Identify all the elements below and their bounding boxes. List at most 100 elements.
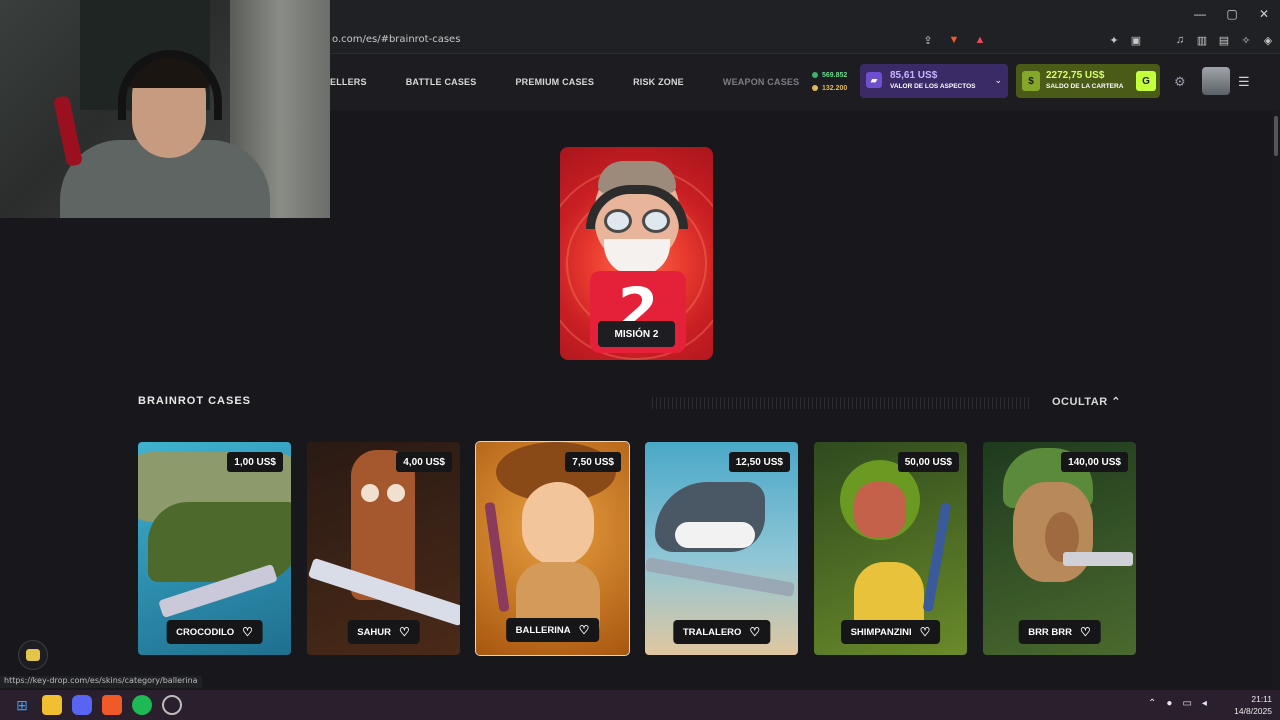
case-footer: SAHUR ♡ xyxy=(347,620,420,644)
user-stats: 569.852 132.200 xyxy=(812,69,847,95)
minimize-button[interactable]: — xyxy=(1184,0,1216,28)
mission-card[interactable]: 2 MISIÓN 2 xyxy=(560,147,713,360)
case-art xyxy=(387,484,405,502)
case-name: BRR BRR xyxy=(1028,626,1073,638)
leo-ai-icon[interactable]: ✧ xyxy=(1238,32,1254,48)
heart-icon[interactable]: ♡ xyxy=(1080,625,1091,639)
skins-value: 85,61 US$ xyxy=(890,70,938,81)
wallet-add-button[interactable]: G xyxy=(1136,71,1156,91)
case-price: 140,00 US$ xyxy=(1061,452,1128,472)
scrollbar-thumb[interactable] xyxy=(1274,116,1278,156)
heart-icon[interactable]: ♡ xyxy=(399,625,410,639)
heart-icon[interactable]: ♡ xyxy=(242,625,253,639)
case-card-brr-brr[interactable]: 140,00 US$ BRR BRR ♡ xyxy=(983,442,1136,655)
case-art xyxy=(522,482,594,566)
mission-character-glasses xyxy=(604,209,670,233)
case-price: 7,50 US$ xyxy=(565,452,621,472)
chevron-up-icon[interactable]: ⌃ xyxy=(1148,698,1156,709)
case-price: 4,00 US$ xyxy=(396,452,452,472)
case-footer: CROCODILO ♡ xyxy=(166,620,263,644)
case-footer: SHIMPANZINI ♡ xyxy=(840,620,941,644)
wallet-balance-box[interactable]: $ 2272,75 US$ SALDO DE LA CARTERA G xyxy=(1016,64,1160,98)
spotify-icon[interactable] xyxy=(132,695,152,715)
nav-item-premium-cases[interactable]: PREMIUM CASES xyxy=(515,77,594,87)
speaker-icon[interactable]: ◂ xyxy=(1202,698,1207,709)
nav-item-sellers[interactable]: ELLERS xyxy=(330,77,367,87)
address-icons: ⇪ ▼ ▲ xyxy=(920,32,988,48)
heart-icon[interactable]: ♡ xyxy=(579,623,590,637)
page-scrollbar[interactable] xyxy=(1272,110,1280,688)
wallet-label: SALDO DE LA CARTERA xyxy=(1046,83,1124,90)
case-art xyxy=(922,501,952,613)
wallet-icon[interactable]: ▤ xyxy=(1216,32,1232,48)
case-price: 12,50 US$ xyxy=(728,452,790,472)
brave-shield-icon[interactable]: ▼ xyxy=(946,32,962,48)
chevron-down-icon[interactable]: ⌄ xyxy=(994,75,1002,86)
green-dot-icon xyxy=(812,72,818,79)
file-explorer-icon[interactable] xyxy=(42,695,62,715)
close-window-button[interactable]: ✕ xyxy=(1248,0,1280,28)
case-card-ballerina[interactable]: 7,50 US$ BALLERINA ♡ xyxy=(475,441,630,656)
app-icon[interactable] xyxy=(162,695,182,715)
clock-date: 14/8/2025 xyxy=(1234,706,1272,716)
chat-icon xyxy=(26,649,40,661)
case-art xyxy=(675,522,755,548)
hamburger-menu-icon[interactable]: ☰ xyxy=(1238,74,1250,90)
case-price: 1,00 US$ xyxy=(227,452,283,472)
case-card-sahur[interactable]: 4,00 US$ SAHUR ♡ xyxy=(307,442,460,655)
webcam-microphone xyxy=(52,95,84,167)
hide-section-button[interactable]: OCULTAR ⌃ xyxy=(1052,395,1121,408)
nav-item-risk-zone[interactable]: RISK ZONE xyxy=(633,77,684,87)
case-price: 50,00 US$ xyxy=(897,452,959,472)
skins-value-box[interactable]: ▰ 85,61 US$ VALOR DE LOS ASPECTOS ⌄ xyxy=(860,64,1008,98)
url-field[interactable]: o.com/es/#brainrot-cases xyxy=(332,34,460,45)
case-card-shimpanzini[interactable]: 50,00 US$ SHIMPANZINI ♡ xyxy=(814,442,967,655)
case-name: BALLERINA xyxy=(515,624,571,636)
skins-label: VALOR DE LOS ASPECTOS xyxy=(890,83,976,90)
taskbar-apps: ⊞ xyxy=(12,695,182,715)
chat-button[interactable] xyxy=(18,640,48,670)
brave-browser-icon[interactable] xyxy=(102,695,122,715)
extensions-icon[interactable]: ✦ xyxy=(1106,32,1122,48)
avatar[interactable] xyxy=(1202,67,1230,95)
clock[interactable]: 21:11 14/8/2025 xyxy=(1228,693,1272,717)
music-icon[interactable]: ♫ xyxy=(1172,32,1188,48)
gold-coin-icon xyxy=(812,85,818,92)
case-name: SHIMPANZINI xyxy=(850,626,912,638)
discord-icon[interactable] xyxy=(72,695,92,715)
heart-icon[interactable]: ♡ xyxy=(920,625,931,639)
case-art xyxy=(645,557,796,597)
main-nav: ELLERS BATTLE CASES PREMIUM CASES RISK Z… xyxy=(330,54,838,110)
section-title: BRAINROT CASES xyxy=(138,395,252,407)
maximize-button[interactable]: ▢ xyxy=(1216,0,1248,28)
screenshot-icon[interactable]: ▣ xyxy=(1128,32,1144,48)
gear-icon[interactable]: ⚙ xyxy=(1174,74,1186,90)
case-card-crocodilo[interactable]: 1,00 US$ CROCODILO ♡ xyxy=(138,442,291,655)
case-name: TRALALERO xyxy=(682,626,742,638)
nav-item-weapon-cases[interactable]: WEAPON CASES xyxy=(723,77,799,87)
system-tray: ⌃ ● ▭ ◂ xyxy=(1148,698,1207,709)
stat-gold-value: 132.200 xyxy=(822,85,848,92)
case-footer: TRALALERO ♡ xyxy=(672,620,771,644)
wallet-value: 2272,75 US$ xyxy=(1046,70,1105,81)
gun-icon: ▰ xyxy=(866,72,882,88)
share-icon[interactable]: ⇪ xyxy=(920,32,936,48)
webcam-overlay xyxy=(0,0,330,218)
stat-green-value: 569.852 xyxy=(822,72,848,79)
case-footer: BALLERINA ♡ xyxy=(505,618,600,642)
status-url: https://key-drop.com/es/skins/category/b… xyxy=(0,676,202,688)
nav-item-battle-cases[interactable]: BATTLE CASES xyxy=(406,77,477,87)
display-icon[interactable]: ▭ xyxy=(1182,698,1191,709)
mission-label: MISIÓN 2 xyxy=(598,321,675,347)
windows-start-icon[interactable]: ⊞ xyxy=(12,695,32,715)
brave-rewards-icon[interactable]: ▲ xyxy=(972,32,988,48)
section-divider xyxy=(652,397,1032,409)
sidebar-icon[interactable]: ▥ xyxy=(1194,32,1210,48)
case-card-tralalero[interactable]: 12,50 US$ TRALALERO ♡ xyxy=(645,442,798,655)
vpn-icon[interactable]: ◈ xyxy=(1260,32,1276,48)
dollar-icon: $ xyxy=(1022,71,1040,91)
heart-icon[interactable]: ♡ xyxy=(749,625,760,639)
toolbar-icons: ✦ ▣ ♫ ▥ ▤ ✧ ◈ ≡ xyxy=(1106,32,1280,48)
microphone-icon[interactable]: ● xyxy=(1166,698,1172,709)
